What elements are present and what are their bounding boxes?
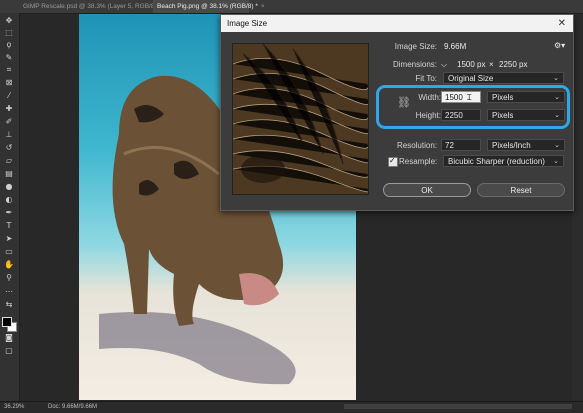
screen-mode-icon[interactable]: ▢ (3, 346, 15, 356)
blur-tool-icon[interactable]: ● (3, 182, 15, 192)
resample-value: Bicubic Sharper (reduction) (448, 157, 545, 166)
tab-label: Beach Pig.png @ 38.1% (RGB/8) * (157, 3, 258, 10)
resample-checkbox[interactable] (388, 156, 398, 167)
tab-gimp-rescale[interactable]: GIMP Rescale.psd @ 38.3% (Layer 5, RGB/8… (19, 0, 168, 13)
type-tool-icon[interactable]: T (3, 221, 15, 231)
resolution-label: Resolution: (396, 141, 437, 150)
chevron-down-icon: ⌄ (553, 158, 559, 165)
hand-tool-icon[interactable]: ✋ (3, 260, 15, 270)
close-icon[interactable]: ✕ (558, 15, 566, 32)
fit-to-label: Fit To: (415, 74, 437, 83)
stamp-tool-icon[interactable]: ⊥ (3, 130, 15, 140)
path-select-tool-icon[interactable]: ➤ (3, 234, 15, 244)
tools-panel: ✥ ⬚ ϙ ✎ ⌗ ⊠ ⁄ ✚ ✐ ⊥ ↺ ▱ ▤ ● ◐ ✒ T ➤ ▭ ✋ … (0, 13, 20, 401)
fit-to-select[interactable]: Original Size ⌄ (443, 72, 564, 84)
dimensions-width: 1500 px (457, 60, 486, 69)
fit-to-value: Original Size (448, 74, 494, 83)
history-brush-tool-icon[interactable]: ↺ (3, 143, 15, 153)
horizontal-scrollbar[interactable] (344, 404, 572, 409)
quick-mask-icon[interactable]: ◙ (3, 333, 15, 343)
brush-tool-icon[interactable]: ✐ (3, 117, 15, 127)
frame-tool-icon[interactable]: ⊠ (3, 78, 15, 88)
shape-tool-icon[interactable]: ▭ (3, 247, 15, 257)
quick-select-tool-icon[interactable]: ✎ (3, 53, 15, 63)
dimensions-height: 2250 px (499, 60, 528, 69)
image-size-label: Image Size: (394, 42, 437, 51)
gradient-tool-icon[interactable]: ▤ (3, 169, 15, 179)
dialog-title-bar[interactable]: Image Size ✕ (221, 15, 573, 32)
tab-beach-pig[interactable]: Beach Pig.png @ 38.1% (RGB/8) * × (153, 0, 265, 13)
gear-icon[interactable]: ⚙▾ (554, 41, 565, 50)
chevron-down-icon: ⌄ (553, 75, 559, 82)
image-preview[interactable] (232, 43, 369, 195)
document-size-info: Doc: 9.66M/9.66M (48, 404, 98, 410)
tab-close-icon[interactable]: × (261, 3, 265, 10)
more-tools-icon[interactable]: ⋯ (3, 287, 15, 297)
resample-label: Resample: (399, 157, 438, 166)
move-tool-icon[interactable]: ✥ (3, 16, 15, 26)
resolution-unit-select[interactable]: Pixels/Inch ⌄ (487, 139, 565, 151)
ok-button[interactable]: OK (383, 183, 471, 197)
chevron-down-icon: ⌄ (554, 142, 560, 149)
resolution-value: 72 (445, 141, 454, 150)
dialog-title: Image Size (227, 19, 268, 28)
dimensions-times: × (489, 60, 494, 69)
reset-button[interactable]: Reset (477, 183, 565, 197)
healing-brush-tool-icon[interactable]: ✚ (3, 104, 15, 114)
dimensions-label: Dimensions: (392, 60, 437, 69)
foreground-color-swatch[interactable] (2, 317, 12, 327)
eyedropper-tool-icon[interactable]: ⁄ (3, 91, 15, 101)
resolution-input[interactable]: 72 (441, 139, 481, 151)
image-size-value: 9.66M (444, 42, 467, 51)
width-height-highlight (376, 85, 570, 129)
resolution-unit: Pixels/Inch (492, 141, 531, 150)
preview-fur-texture (233, 44, 368, 194)
pen-tool-icon[interactable]: ✒ (3, 208, 15, 218)
eraser-tool-icon[interactable]: ▱ (3, 156, 15, 166)
lasso-tool-icon[interactable]: ϙ (3, 40, 15, 50)
resample-method-select[interactable]: Bicubic Sharper (reduction) ⌄ (443, 155, 564, 167)
marquee-tool-icon[interactable]: ⬚ (3, 28, 15, 38)
zoom-level[interactable]: 36.29% (4, 402, 24, 413)
crop-tool-icon[interactable]: ⌗ (3, 65, 15, 75)
swap-colors-icon[interactable]: ⇆ (3, 300, 15, 310)
dimensions-units-chevron-icon[interactable]: ⌵ (441, 60, 447, 70)
document-tab-bar: GIMP Rescale.psd @ 38.3% (Layer 5, RGB/8… (0, 0, 583, 14)
tab-label: GIMP Rescale.psd @ 38.3% (Layer 5, RGB/8… (23, 3, 161, 10)
zoom-tool-icon[interactable]: ⚲ (3, 273, 15, 283)
dodge-tool-icon[interactable]: ◐ (3, 195, 15, 205)
